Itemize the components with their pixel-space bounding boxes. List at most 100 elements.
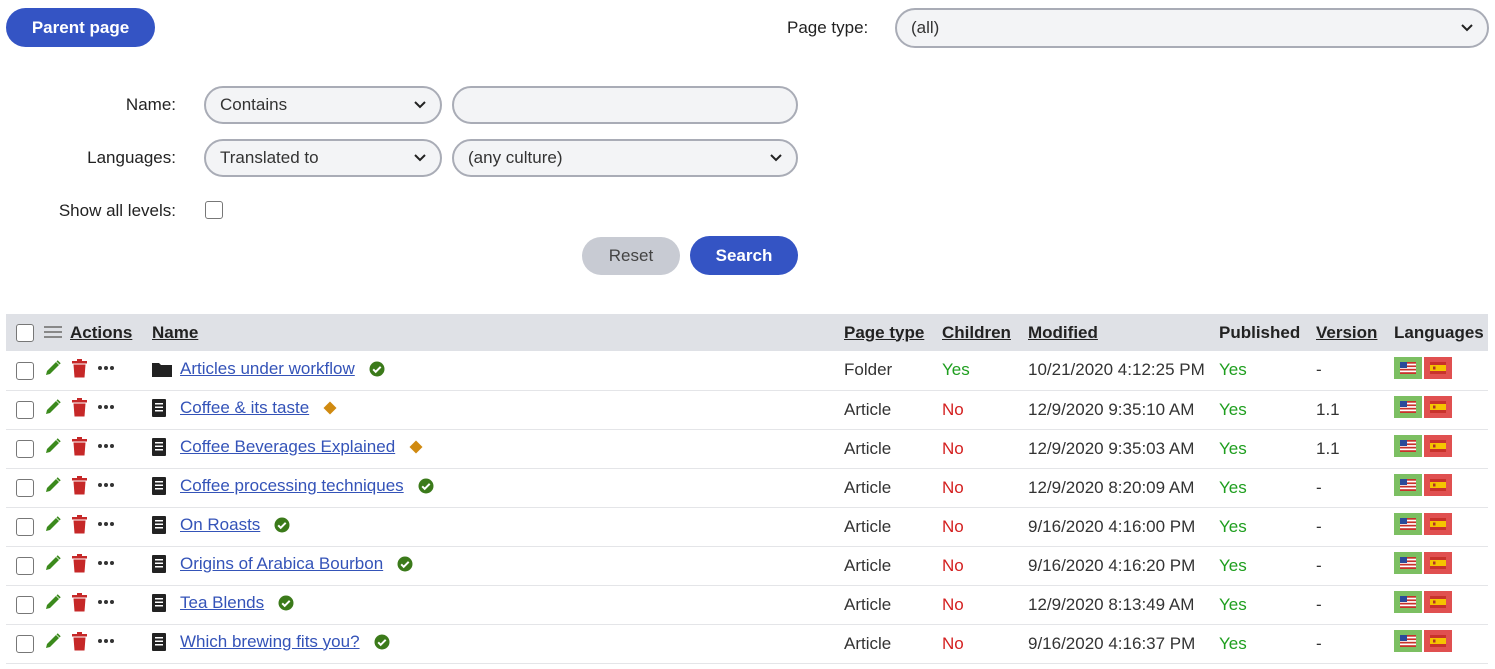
pencil-icon[interactable] [44, 359, 62, 377]
version-cell: - [1316, 594, 1322, 614]
column-header-page-type[interactable]: Page type [844, 323, 924, 342]
row-checkbox[interactable] [16, 361, 34, 380]
trash-icon[interactable] [72, 436, 87, 456]
trash-icon[interactable] [72, 592, 87, 612]
page-type-cell: Article [844, 555, 892, 575]
select-all-checkbox[interactable] [16, 324, 34, 343]
version-cell: - [1316, 633, 1322, 653]
languages-condition-select[interactable]: Translated to [204, 139, 442, 177]
name-condition-select[interactable]: Contains [204, 86, 442, 124]
chevron-down-icon [770, 154, 782, 162]
search-button[interactable]: Search [690, 236, 798, 275]
chevron-down-icon [414, 101, 426, 109]
column-header-version[interactable]: Version [1316, 323, 1377, 342]
row-checkbox[interactable] [16, 557, 34, 576]
trash-icon[interactable] [72, 358, 87, 378]
published-cell: Yes [1219, 438, 1247, 458]
reset-button[interactable]: Reset [582, 237, 680, 275]
culture-select[interactable]: (any culture) [452, 139, 798, 177]
us-flag-icon[interactable] [1394, 356, 1422, 379]
page-name-link[interactable]: Origins of Arabica Bourbon [180, 554, 383, 574]
show-all-levels-checkbox[interactable] [205, 201, 223, 219]
chevron-down-icon [414, 154, 426, 162]
published-check-icon [374, 634, 390, 650]
page-type-value: (all) [911, 18, 940, 37]
modified-cell: 12/9/2020 9:35:10 AM [1028, 399, 1195, 419]
page-name-link[interactable]: Articles under workflow [180, 359, 355, 379]
trash-icon[interactable] [72, 553, 87, 573]
languages-filter-label: Languages: [87, 148, 176, 167]
us-flag-icon[interactable] [1394, 396, 1422, 418]
pencil-icon[interactable] [44, 398, 62, 416]
more-actions-icon[interactable] [97, 482, 115, 488]
more-actions-icon[interactable] [97, 443, 115, 449]
us-flag-icon[interactable] [1394, 435, 1422, 457]
pencil-icon[interactable] [44, 593, 62, 611]
children-cell: No [942, 633, 964, 653]
table-row: Coffee Beverages Explained Article No 12/9/… [6, 429, 1488, 468]
page-name-link[interactable]: Coffee Beverages Explained [180, 437, 395, 457]
row-checkbox[interactable] [16, 635, 34, 654]
row-checkbox[interactable] [16, 440, 34, 459]
trash-icon[interactable] [72, 397, 87, 417]
trash-icon[interactable] [72, 475, 87, 495]
published-check-icon [369, 361, 385, 377]
row-checkbox[interactable] [16, 518, 34, 537]
table-row: Coffee & its taste Article No 12/9/2020 9:3… [6, 390, 1488, 429]
name-condition-value: Contains [220, 95, 288, 114]
version-cell: - [1316, 477, 1322, 497]
us-flag-icon[interactable] [1394, 474, 1422, 496]
spain-flag-icon[interactable] [1424, 552, 1452, 574]
children-cell: No [942, 477, 964, 497]
pencil-icon[interactable] [44, 437, 62, 455]
column-header-modified[interactable]: Modified [1028, 323, 1098, 342]
spain-flag-icon[interactable] [1424, 630, 1452, 652]
table-row: Coffee processing techniques Article No 12/… [6, 468, 1488, 507]
page-name-link[interactable]: On Roasts [180, 515, 260, 535]
us-flag-icon[interactable] [1394, 630, 1422, 652]
spain-flag-icon[interactable] [1424, 513, 1452, 535]
modified-cell: 12/9/2020 8:13:49 AM [1028, 594, 1195, 614]
column-header-actions[interactable]: Actions [70, 323, 132, 343]
spain-flag-icon[interactable] [1424, 356, 1452, 379]
page-name-link[interactable]: Coffee processing techniques [180, 476, 404, 496]
more-actions-icon[interactable] [97, 365, 115, 371]
us-flag-icon[interactable] [1394, 591, 1422, 613]
parent-page-button[interactable]: Parent page [6, 8, 155, 47]
more-actions-icon[interactable] [97, 599, 115, 605]
trash-icon[interactable] [72, 514, 87, 534]
page-name-link[interactable]: Tea Blends [180, 593, 264, 613]
workflow-diamond-icon [323, 401, 337, 415]
menu-lines-icon[interactable] [44, 323, 62, 343]
column-header-children[interactable]: Children [942, 323, 1011, 342]
page-name-link[interactable]: Which brewing fits you? [180, 632, 360, 652]
row-checkbox[interactable] [16, 479, 34, 498]
row-checkbox[interactable] [16, 401, 34, 420]
document-icon [152, 476, 172, 495]
pencil-icon[interactable] [44, 632, 62, 650]
page-name-link[interactable]: Coffee & its taste [180, 398, 309, 418]
more-actions-icon[interactable] [97, 638, 115, 644]
version-cell: - [1316, 555, 1322, 575]
pencil-icon[interactable] [44, 515, 62, 533]
spain-flag-icon[interactable] [1424, 435, 1452, 457]
spain-flag-icon[interactable] [1424, 474, 1452, 496]
spain-flag-icon[interactable] [1424, 591, 1452, 613]
trash-icon[interactable] [72, 631, 87, 651]
column-header-published: Published [1219, 322, 1301, 342]
version-cell: 1.1 [1316, 399, 1340, 419]
row-checkbox[interactable] [16, 596, 34, 615]
spain-flag-icon[interactable] [1424, 396, 1452, 418]
column-header-name[interactable]: Name [152, 323, 198, 342]
pencil-icon[interactable] [44, 476, 62, 494]
show-all-levels-label: Show all levels: [58, 201, 176, 220]
name-search-input[interactable] [452, 86, 798, 124]
document-icon [152, 398, 172, 417]
page-type-select[interactable]: (all) [895, 8, 1489, 48]
more-actions-icon[interactable] [97, 521, 115, 527]
more-actions-icon[interactable] [97, 560, 115, 566]
us-flag-icon[interactable] [1394, 513, 1422, 535]
pencil-icon[interactable] [44, 554, 62, 572]
more-actions-icon[interactable] [97, 404, 115, 410]
us-flag-icon[interactable] [1394, 552, 1422, 574]
